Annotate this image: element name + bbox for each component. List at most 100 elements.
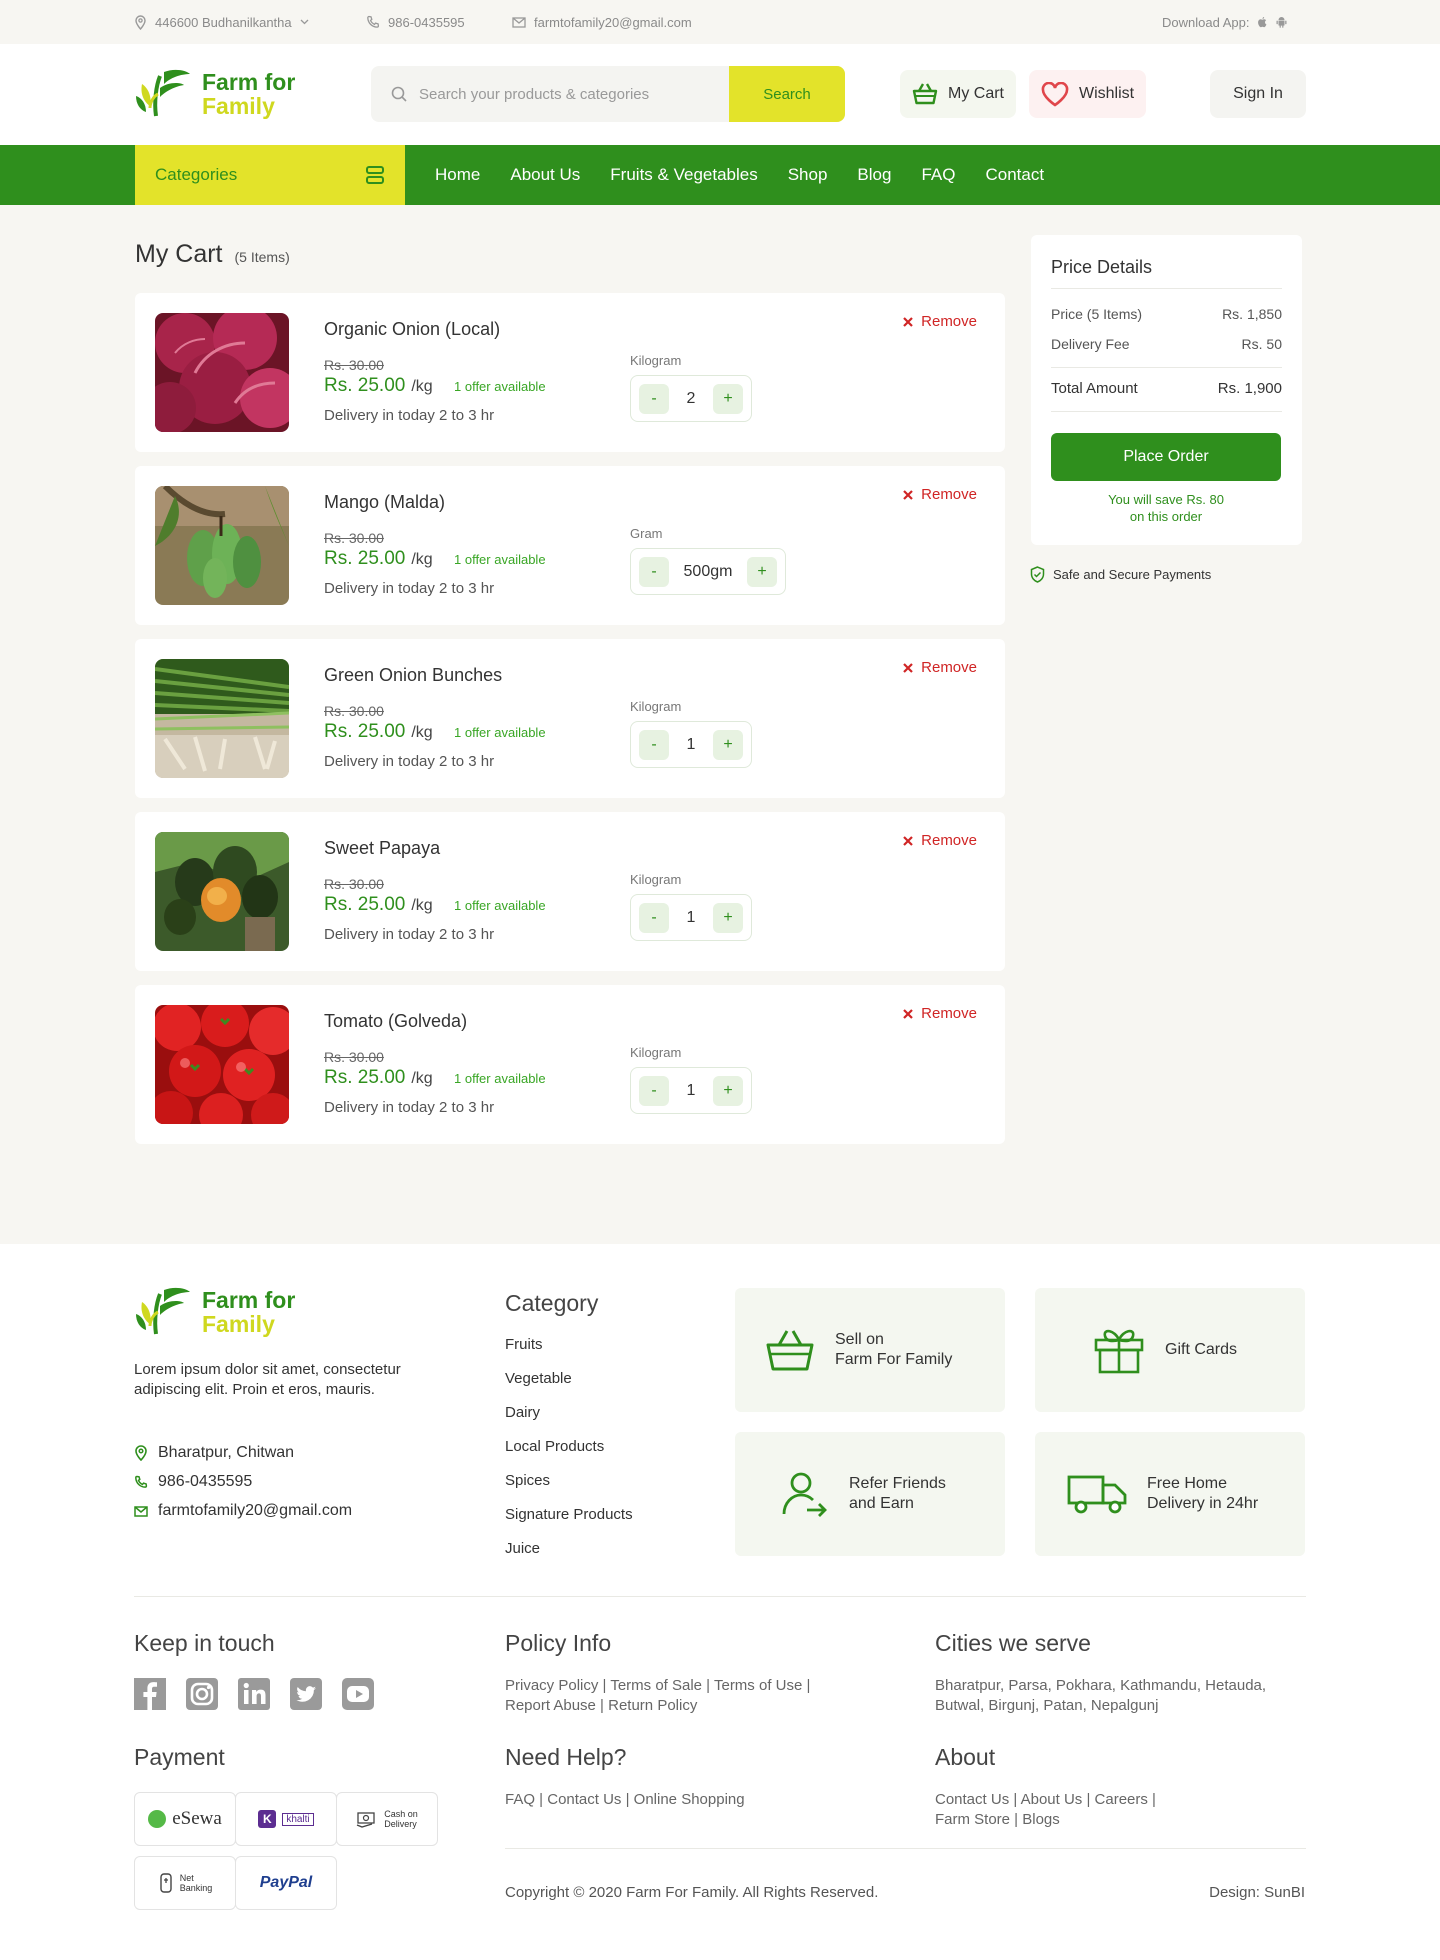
savings-note: You will save Rs. 80 on this order [1051,491,1281,525]
quantity-value[interactable]: 1 [677,1082,705,1100]
my-cart-button[interactable]: My Cart [900,70,1016,118]
decrease-button[interactable]: - [639,383,669,414]
youtube-icon[interactable] [342,1678,374,1710]
product-name[interactable]: Sweet Papaya [324,838,440,859]
nav-home[interactable]: Home [435,165,480,185]
cities-list: Bharatpur, Parsa, Pokhara, Kathmandu, He… [935,1676,1266,1716]
secure-payments-note: Safe and Secure Payments [1030,566,1211,583]
increase-button[interactable]: + [713,383,743,414]
help-links[interactable]: FAQ | Contact Us | Online Shopping [505,1790,745,1810]
download-app: Download App: [1162,0,1287,44]
instagram-icon[interactable] [186,1678,218,1710]
category-link[interactable]: Local Products [505,1438,633,1472]
nav-faq[interactable]: FAQ [921,165,955,185]
increase-button[interactable]: + [713,729,743,760]
cities-heading: Cities we serve [935,1630,1091,1656]
about-links-line2[interactable]: Farm Store | Blogs [935,1810,1156,1830]
wishlist-button[interactable]: Wishlist [1029,70,1147,118]
esewa-label: eSewa [172,1808,222,1829]
decrease-button[interactable]: - [639,556,669,587]
remove-button[interactable]: Remove [903,659,977,676]
category-link[interactable]: Fruits [505,1336,633,1370]
need-help-heading: Need Help? [505,1744,627,1770]
nav-blog[interactable]: Blog [857,165,891,185]
product-image-mango[interactable] [155,486,289,605]
about-links[interactable]: Contact Us | About Us | Careers | Farm S… [935,1790,1156,1830]
footer-logo[interactable]: Farm for Family [134,1286,295,1338]
offer-link[interactable]: 1 offer available [454,552,546,567]
product-image-papaya[interactable] [155,832,289,951]
location-selector[interactable]: 446600 Budhanilkantha [134,0,309,44]
topbar-phone[interactable]: 986-0435595 [366,0,465,44]
decrease-button[interactable]: - [639,1075,669,1106]
quantity-value[interactable]: 2 [677,390,705,408]
product-name[interactable]: Mango (Malda) [324,492,445,513]
gift-cards-tile[interactable]: Gift Cards [1035,1288,1305,1412]
secure-payments-text: Safe and Secure Payments [1053,567,1212,582]
free-delivery-tile[interactable]: Free Home Delivery in 24hr [1035,1432,1305,1556]
product-image-tomato[interactable] [155,1005,289,1124]
category-heading: Category [505,1290,599,1316]
brand-name-line2: Family [202,1311,275,1337]
linkedin-icon[interactable] [238,1678,270,1710]
remove-button[interactable]: Remove [903,486,977,503]
nav-fruits-vegetables[interactable]: Fruits & Vegetables [610,165,757,185]
remove-button[interactable]: Remove [903,313,977,330]
top-bar: 446600 Budhanilkantha 986-0435595 farmto… [0,0,1440,44]
product-name[interactable]: Green Onion Bunches [324,665,502,686]
sign-in-button[interactable]: Sign In [1210,70,1306,118]
close-icon [903,489,913,500]
quantity-value[interactable]: 500gm [677,563,739,581]
offer-link[interactable]: 1 offer available [454,898,546,913]
topbar-email[interactable]: farmtofamily20@gmail.com [512,0,692,44]
refer-friends-tile[interactable]: Refer Friends and Earn [735,1432,1005,1556]
decrease-button[interactable]: - [639,902,669,933]
increase-button[interactable]: + [747,556,777,587]
increase-button[interactable]: + [713,1075,743,1106]
policy-links[interactable]: Privacy Policy | Terms of Sale | Terms o… [505,1676,810,1716]
category-link[interactable]: Vegetable [505,1370,633,1404]
offer-link[interactable]: 1 offer available [454,725,546,740]
search-button[interactable]: Search [729,66,845,122]
product-name[interactable]: Organic Onion (Local) [324,319,500,340]
remove-button[interactable]: Remove [903,1005,977,1022]
decrease-button[interactable]: - [639,729,669,760]
shield-check-icon [1030,566,1045,583]
footer-divider [134,1596,1306,1597]
product-image-green-onion[interactable] [155,659,289,778]
quantity-value[interactable]: 1 [677,736,705,754]
about-links-line1[interactable]: Contact Us | About Us | Careers | [935,1790,1156,1810]
android-icon[interactable] [1276,16,1287,28]
increase-button[interactable]: + [713,902,743,933]
offer-link[interactable]: 1 offer available [454,1071,546,1086]
nav-about-us[interactable]: About Us [510,165,580,185]
category-link[interactable]: Spices [505,1472,633,1506]
policy-links-line2[interactable]: Report Abuse | Return Policy [505,1696,810,1716]
category-link[interactable]: Signature Products [505,1506,633,1540]
apple-icon[interactable] [1257,16,1268,28]
nav-contact[interactable]: Contact [985,165,1044,185]
categories-dropdown[interactable]: Categories [135,145,405,205]
product-name[interactable]: Tomato (Golveda) [324,1011,467,1032]
brand-logo[interactable]: Farm for Family [134,68,295,120]
category-link[interactable]: Juice [505,1540,633,1574]
category-link[interactable]: Dairy [505,1404,633,1438]
footer-email[interactable]: farmtofamily20@gmail.com [134,1502,352,1520]
cities-line2: Butwal, Birgunj, Patan, Nepalgunj [935,1697,1159,1714]
quantity-value[interactable]: 1 [677,909,705,927]
total-label: Total Amount [1051,380,1138,397]
remove-button[interactable]: Remove [903,832,977,849]
facebook-icon[interactable] [134,1678,166,1710]
footer-phone[interactable]: 986-0435595 [134,1473,252,1491]
policy-links-line1[interactable]: Privacy Policy | Terms of Sale | Terms o… [505,1676,810,1696]
nav-shop[interactable]: Shop [788,165,828,185]
twitter-icon[interactable] [290,1678,322,1710]
khalti-label: khalti [282,1812,314,1826]
old-price: Rs. 30.00 [324,1049,384,1065]
offer-link[interactable]: 1 offer available [454,379,546,394]
product-image-onion[interactable] [155,313,289,432]
search-input[interactable]: Search your products & categories [419,86,649,103]
my-cart-label: My Cart [948,85,1004,102]
sell-on-tile[interactable]: Sell on Farm For Family [735,1288,1005,1412]
place-order-button[interactable]: Place Order [1051,433,1281,481]
